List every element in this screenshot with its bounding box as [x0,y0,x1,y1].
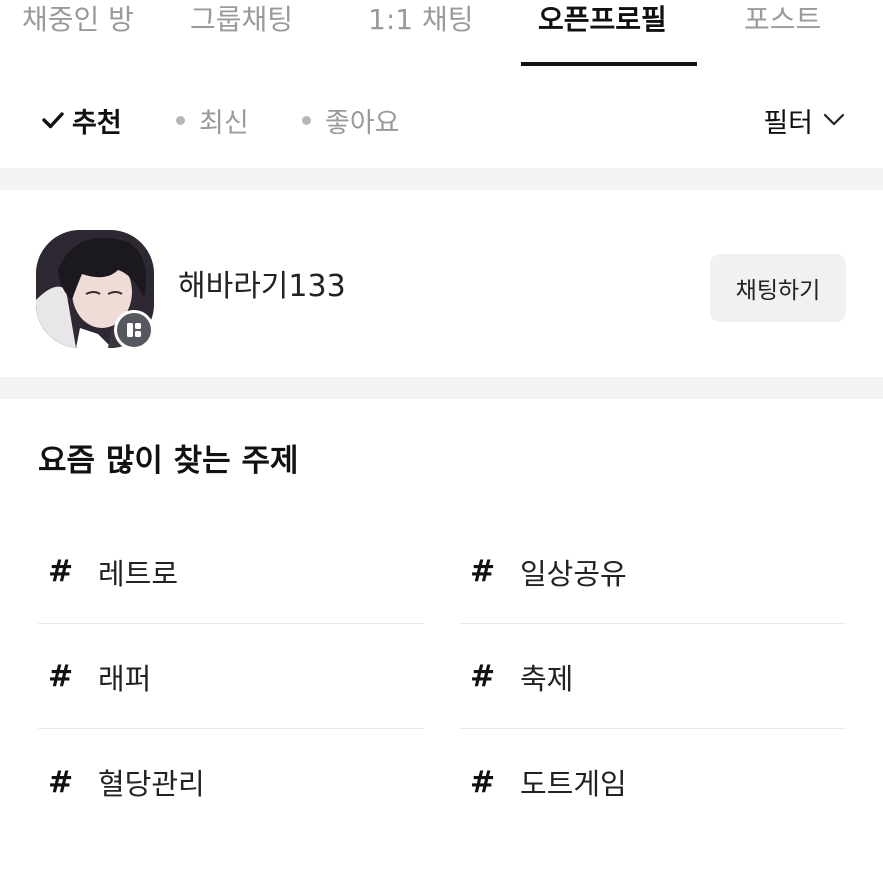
tab-open-profile[interactable]: 오픈프로필 [538,0,667,66]
hashtag-icon: # [48,764,74,800]
topic-item[interactable]: # 축제 [460,625,846,729]
hashtag-icon: # [48,554,74,589]
sort-option-label: 추천 [72,107,122,139]
sort-option-latest[interactable]: 최신 [176,95,249,145]
section-divider [0,377,883,399]
hashtag-icon: # [470,659,496,694]
section-divider [0,168,883,190]
topic-item[interactable]: # 레트로 [38,520,424,624]
profile-name: 해바라기133 [178,269,346,304]
bullet-dot-icon [302,115,311,125]
topic-label: 일상공유 [520,556,627,591]
section-title: 요즘 많이 찾는 주제 [38,443,299,479]
sort-option-label: 좋아요 [325,107,400,139]
filter-label: 필터 [763,107,813,139]
check-icon [42,112,64,129]
topic-item[interactable]: # 도트게임 [460,730,846,834]
hashtag-icon: # [470,554,496,589]
sort-option-recommended[interactable]: 추천 [40,95,122,145]
topic-item[interactable]: # 혈당관리 [38,730,424,834]
bullet-dot-icon [176,115,185,125]
top-tab-bar: 채중인 방 그룹채팅 1:1 채팅 오픈프로필 포스트 [0,0,883,66]
active-tab-indicator [521,62,697,66]
hashtag-icon: # [48,659,74,694]
topic-label: 혈당관리 [98,767,205,801]
hashtag-icon: # [470,764,496,800]
topic-item[interactable]: # 래퍼 [38,625,424,729]
start-chat-button[interactable]: 채팅하기 [710,254,846,322]
tab-one-to-one-chat[interactable]: 1:1 채팅 [368,0,473,66]
topic-label: 도트게임 [520,767,627,801]
open-profile-page: 채중인 방 그룹채팅 1:1 채팅 오픈프로필 포스트 추천 최신 좋아요 필터 [0,0,883,883]
profile-badge-icon [114,310,154,350]
profile-row[interactable]: 해바라기133 채팅하기 [0,212,883,377]
sort-bar: 추천 최신 좋아요 필터 [0,95,883,145]
tab-post[interactable]: 포스트 [744,0,821,66]
sort-option-label: 최신 [199,107,249,139]
topic-item[interactable]: # 일상공유 [460,520,846,624]
tab-group-chat[interactable]: 그룹채팅 [190,0,293,66]
topic-label: 레트로 [98,556,179,591]
topic-label: 축제 [520,661,574,696]
filter-button[interactable]: 필터 [763,95,845,145]
tab-chatting-rooms[interactable]: 채중인 방 [22,0,134,66]
topic-label: 래퍼 [98,661,152,696]
chevron-down-icon [823,113,845,126]
sort-option-likes[interactable]: 좋아요 [302,95,400,145]
